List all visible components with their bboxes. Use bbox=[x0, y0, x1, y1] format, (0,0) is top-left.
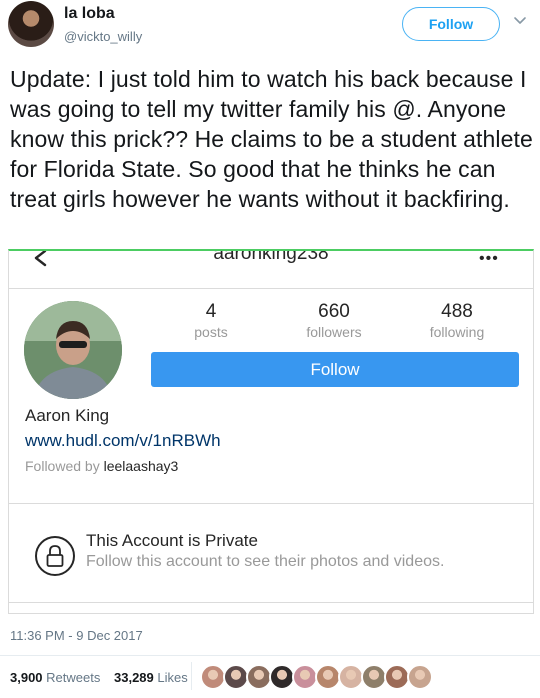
author-handle[interactable]: @vickto_willy bbox=[64, 29, 142, 44]
chevron-down-icon[interactable] bbox=[512, 12, 528, 28]
private-account-subtitle: Follow this account to see their photos … bbox=[86, 553, 445, 570]
stat-label: followers bbox=[306, 324, 362, 340]
likes-label[interactable]: Likes bbox=[157, 670, 187, 685]
ig-bottom-divider bbox=[9, 602, 533, 603]
footer-divider bbox=[0, 655, 540, 656]
ig-username: aaronking238 bbox=[213, 249, 329, 264]
stat-value: 4 bbox=[205, 301, 217, 322]
lock-icon bbox=[35, 536, 75, 576]
author-display-name[interactable]: la loba bbox=[64, 5, 115, 23]
profile-person-icon bbox=[24, 301, 122, 399]
liker-avatar[interactable] bbox=[407, 664, 433, 690]
ig-stat-followers: 660 followers bbox=[279, 301, 389, 340]
ig-stat-following: 488 following bbox=[402, 301, 512, 340]
ig-stat-posts: 4 posts bbox=[156, 301, 266, 340]
ig-header-divider bbox=[9, 288, 533, 289]
followed-by-user: leelaashay3 bbox=[103, 458, 179, 474]
followed-by-prefix: Followed by bbox=[25, 458, 100, 474]
tweet-text: Update: I just told him to watch his bac… bbox=[10, 66, 533, 212]
stat-value: 660 bbox=[318, 301, 350, 322]
stat-label: following bbox=[429, 324, 485, 340]
private-account-title: This Account is Private bbox=[86, 531, 258, 550]
stats-divider bbox=[191, 662, 192, 690]
likes-count[interactable]: 33,289 bbox=[114, 670, 154, 685]
author-avatar[interactable] bbox=[8, 1, 54, 47]
stat-label: posts bbox=[194, 324, 228, 340]
tweet-stats: 3,900 Retweets 33,289 Likes bbox=[10, 670, 188, 685]
padlock-shape bbox=[46, 545, 64, 567]
stat-value: 488 bbox=[441, 301, 473, 322]
retweets-label[interactable]: Retweets bbox=[46, 670, 100, 685]
ig-follow-button: Follow bbox=[151, 352, 519, 387]
retweets-count[interactable]: 3,900 bbox=[10, 670, 43, 685]
follow-button[interactable]: Follow bbox=[402, 7, 500, 41]
ig-followed-by: Followed by leelaashay3 bbox=[25, 458, 178, 474]
tweet-header: la loba @vickto_willy Follow bbox=[0, 0, 540, 60]
ig-bio-link: www.hudl.com/v/1nRBWh bbox=[25, 431, 221, 450]
ig-section-divider bbox=[9, 503, 533, 504]
ig-profile-picture bbox=[24, 301, 122, 399]
tweet-timestamp[interactable]: 11:36 PM - 9 Dec 2017 bbox=[10, 628, 143, 643]
more-options-icon: ••• bbox=[479, 250, 499, 267]
instagram-screenshot[interactable]: aaronking238 ••• 4 posts 660 followers 4… bbox=[8, 249, 534, 614]
ig-full-name: Aaron King bbox=[25, 406, 110, 425]
